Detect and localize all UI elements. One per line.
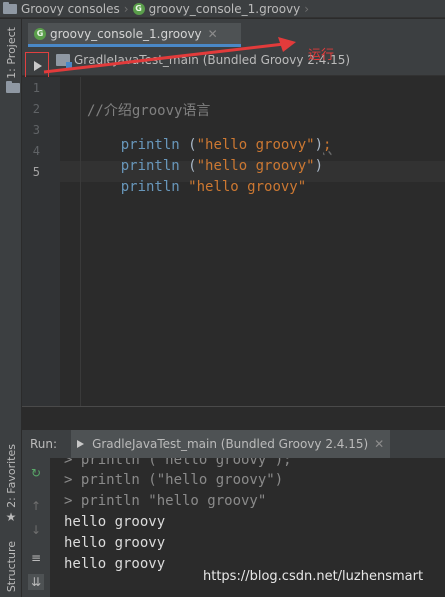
code-line-comment: //介绍groovy语言 [87,103,211,119]
line-number: 3 [32,123,40,137]
close-icon[interactable]: ✕ [374,437,384,451]
console-toolbar: GradleJavaTest_main (Bundled Groovy 2.4.… [22,47,445,80]
annotation-label: 运行 [308,48,335,63]
tab-label: groovy_console_1.groovy [50,26,202,41]
arrow-down-icon[interactable]: ↓ [28,522,44,538]
star-icon: ★ [5,509,17,524]
groovy-file-icon: G [34,27,46,40]
editor-tab-bar: G groovy_console_1.groovy ✕ [22,19,445,47]
chevron-right-icon: › [123,1,129,16]
folder-icon [3,1,17,14]
module-icon [56,54,72,68]
project-tab-label: 1: Project [4,27,18,79]
watermark: https://blog.csdn.net/luzhensmart [203,569,424,584]
run-tab-label: GradleJavaTest_main (Bundled Groovy 2.4.… [92,437,369,451]
favorites-tool-tab[interactable]: 2: Favorites ★ [0,444,22,524]
breadcrumb-root-label: Groovy consoles [21,1,120,16]
tab-groovy-console[interactable]: G groovy_console_1.groovy ✕ [28,23,241,47]
breadcrumb-file-label: groovy_console_1.groovy [148,1,301,16]
breadcrumb: Groovy consoles › G groovy_console_1.gro… [0,0,445,18]
token-function: println [120,179,180,195]
run-tab[interactable]: GradleJavaTest_main (Bundled Groovy 2.4.… [71,430,391,458]
structure-tool-tab[interactable]: Structure [0,541,22,592]
indent-guide [80,77,81,406]
chevron-right-icon: › [304,1,310,16]
arrow-up-icon[interactable]: ↑ [28,498,44,514]
console-output-line: hello groovy [64,556,166,572]
token-string: "hello groovy" [179,179,307,195]
console-output-line: hello groovy [64,535,166,551]
console-echo-line: > println ("hello groovy"); [64,458,292,468]
run-panel-header: Run: GradleJavaTest_main (Bundled Groovy… [22,430,445,458]
breadcrumb-file[interactable]: G groovy_console_1.groovy [132,1,301,16]
code-line-5: println "hello groovy" [87,163,306,211]
line-number: 2 [32,102,40,116]
console-output-line: hello groovy [64,514,166,530]
project-folder-icon [6,80,20,93]
left-tool-strip: 1: Project 2: Favorites ★ Structure [0,19,22,597]
panel-divider[interactable] [22,406,445,430]
line-number: 4 [32,144,40,158]
close-icon[interactable]: ✕ [208,27,218,41]
play-icon [34,61,42,71]
module-selector[interactable]: GradleJavaTest_main (Bundled Groovy 2.4.… [56,53,350,68]
structure-tab-label: Structure [4,541,18,593]
run-config-icon [77,440,85,448]
run-toolbar: ↻ ↑ ↓ ≡ ⇊ [22,458,50,597]
rerun-icon[interactable]: ↻ [28,465,44,481]
favorites-tab-label: 2: Favorites [4,444,18,508]
console-echo-line: > println ("hello groovy") [64,472,284,488]
scroll-to-end-icon[interactable]: ⇊ [28,574,44,590]
breadcrumb-root[interactable]: Groovy consoles [3,1,120,16]
line-number: 5 [32,165,40,179]
run-label: Run: [30,437,58,451]
console-echo-line: > println "hello groovy" [64,493,267,509]
code-editor[interactable]: 1 2 3 4 5 //介绍groovy语言 println ("hello g… [22,77,445,406]
soft-wrap-icon[interactable]: ≡ [28,550,44,566]
token-paren: ) [314,158,324,174]
run-button[interactable] [25,52,49,80]
groovy-file-icon: G [132,2,145,15]
token-semicolon: ; [323,137,332,153]
project-tool-tab[interactable]: 1: Project [0,27,22,93]
line-number: 1 [32,81,40,95]
